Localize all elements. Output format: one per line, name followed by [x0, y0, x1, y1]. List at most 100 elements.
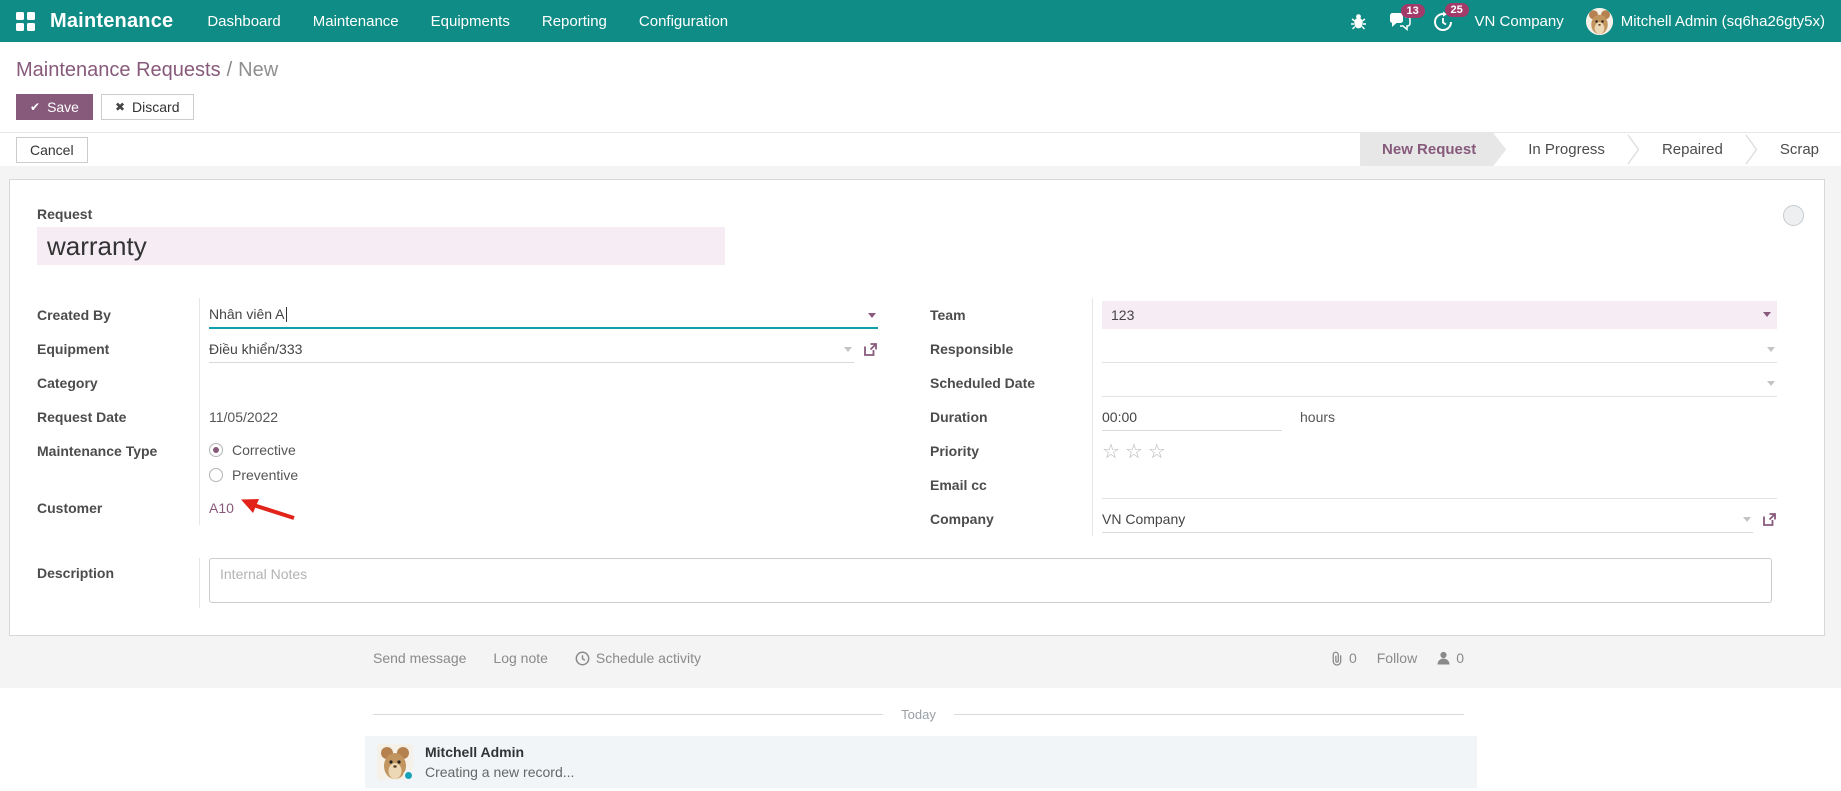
followers-count: 0 — [1456, 650, 1464, 666]
radio-corrective-label: Corrective — [232, 442, 296, 458]
discard-label: Discard — [132, 99, 179, 115]
equipment-dropdown-icon[interactable] — [844, 347, 852, 352]
company-external-link-icon[interactable] — [1762, 512, 1777, 527]
follow-button[interactable]: Follow — [1377, 650, 1417, 666]
team-dropdown-icon[interactable] — [1763, 312, 1771, 317]
save-label: Save — [47, 99, 79, 115]
company-label: Company — [930, 502, 1092, 536]
radio-preventive[interactable]: Preventive — [209, 467, 298, 483]
menu-equipments[interactable]: Equipments — [431, 9, 510, 34]
online-status-dot — [403, 770, 413, 780]
priority-stars: ☆☆☆ — [1102, 439, 1171, 464]
person-icon — [1437, 651, 1450, 665]
clock-icon — [575, 651, 590, 666]
email-cc-input[interactable] — [1102, 472, 1777, 499]
main-menu: Dashboard Maintenance Equipments Reporti… — [207, 9, 728, 34]
maintenance-type-radio-group: Corrective Preventive — [209, 434, 298, 491]
menu-dashboard[interactable]: Dashboard — [207, 9, 280, 34]
message-author-avatar — [377, 744, 413, 780]
statusbar-step-new-request[interactable]: New Request — [1360, 133, 1506, 166]
statusbar-step-in-progress[interactable]: In Progress — [1506, 133, 1627, 166]
statusbar-chevron-icon — [1745, 133, 1758, 166]
cancel-button[interactable]: Cancel — [16, 137, 88, 163]
paperclip-icon — [1330, 651, 1343, 666]
team-input[interactable]: 123 — [1102, 301, 1777, 329]
created-by-dropdown-icon[interactable] — [868, 313, 876, 318]
category-input[interactable] — [209, 370, 878, 397]
content-area: Request warranty Created By Nhân viên A … — [0, 166, 1841, 688]
apps-menu-icon[interactable] — [14, 10, 36, 32]
breadcrumb-current: New — [238, 59, 278, 81]
message-author[interactable]: Mitchell Admin — [425, 744, 574, 760]
scheduled-date-dropdown-icon[interactable] — [1767, 381, 1775, 386]
menu-maintenance[interactable]: Maintenance — [313, 9, 399, 34]
discard-button[interactable]: ✖ Discard — [101, 94, 194, 120]
created-by-value: Nhân viên A — [209, 306, 285, 322]
attachments-count: 0 — [1349, 650, 1357, 666]
equipment-input[interactable]: Điều khiển/333 — [209, 336, 854, 363]
responsible-dropdown-icon[interactable] — [1767, 347, 1775, 352]
chatter-toolbar: Send message Log note Schedule activity … — [373, 650, 1464, 666]
star-icon[interactable]: ☆ — [1148, 441, 1171, 463]
send-message-button[interactable]: Send message — [373, 650, 466, 666]
company-input[interactable]: VN Company — [1102, 506, 1753, 533]
company-dropdown-icon[interactable] — [1743, 517, 1751, 522]
radio-unselected-icon[interactable] — [209, 468, 223, 482]
cancel-label: Cancel — [30, 142, 74, 158]
activities-menu[interactable]: 25 — [1433, 11, 1453, 31]
request-field-label: Request — [37, 206, 1797, 222]
messages-menu[interactable]: 13 — [1389, 12, 1411, 31]
created-by-input[interactable]: Nhân viên A — [209, 302, 878, 329]
category-label: Category — [37, 366, 199, 400]
schedule-activity-button[interactable]: Schedule activity — [575, 650, 701, 666]
company-value: VN Company — [1102, 511, 1185, 527]
red-annotation-arrow — [240, 496, 298, 525]
bug-icon — [1350, 12, 1367, 30]
activities-badge: 25 — [1445, 3, 1469, 17]
menu-configuration[interactable]: Configuration — [639, 9, 728, 34]
user-menu[interactable]: Mitchell Admin (sq6ha26gty5x) — [1586, 8, 1825, 35]
maintenance-type-label: Maintenance Type — [37, 434, 199, 491]
text-cursor — [286, 307, 287, 322]
check-icon: ✔ — [30, 100, 40, 114]
attachments-button[interactable]: 0 — [1330, 650, 1357, 666]
menu-reporting[interactable]: Reporting — [542, 9, 607, 34]
breadcrumb-separator: / — [227, 59, 233, 81]
description-textarea[interactable] — [209, 558, 1772, 603]
customer-label: Customer — [37, 491, 199, 525]
log-note-button[interactable]: Log note — [493, 650, 548, 666]
scheduled-date-input[interactable] — [1102, 370, 1777, 397]
equipment-label: Equipment — [37, 332, 199, 366]
duration-input[interactable]: 00:00 — [1102, 404, 1282, 431]
equipment-external-link-icon[interactable] — [863, 342, 878, 357]
radio-corrective[interactable]: Corrective — [209, 442, 298, 458]
debug-bug-icon[interactable] — [1350, 12, 1367, 30]
customer-link[interactable]: A10 — [209, 500, 234, 516]
breadcrumb-parent[interactable]: Maintenance Requests — [16, 59, 221, 81]
request-name-value: warranty — [47, 231, 147, 262]
responsible-input[interactable] — [1102, 336, 1777, 363]
statusbar-step-repaired[interactable]: Repaired — [1640, 133, 1745, 166]
star-icon[interactable]: ☆ — [1102, 441, 1125, 463]
top-navbar: Maintenance Dashboard Maintenance Equipm… — [0, 0, 1841, 42]
request-date-label: Request Date — [37, 400, 199, 434]
request-date-value: 11/05/2022 — [209, 409, 278, 425]
messages-badge: 13 — [1401, 4, 1425, 18]
app-title[interactable]: Maintenance — [50, 10, 173, 33]
company-switcher[interactable]: VN Company — [1475, 13, 1564, 30]
divider-line — [954, 714, 1464, 715]
date-divider: Today — [373, 688, 1464, 722]
request-date-input[interactable]: 11/05/2022 — [209, 404, 878, 431]
statusbar-step-scrap[interactable]: Scrap — [1758, 133, 1841, 166]
avatar-image — [1586, 8, 1613, 35]
team-value: 123 — [1111, 307, 1134, 323]
save-button[interactable]: ✔ Save — [16, 94, 93, 120]
request-name-input[interactable]: warranty — [37, 227, 725, 265]
kanban-state-circle[interactable] — [1783, 205, 1804, 226]
star-icon[interactable]: ☆ — [1125, 441, 1148, 463]
breadcrumb: Maintenance Requests /New — [16, 57, 1825, 83]
chatter-message[interactable]: Mitchell Admin Creating a new record... — [365, 736, 1477, 788]
scheduled-date-label: Scheduled Date — [930, 366, 1092, 400]
followers-button[interactable]: 0 — [1437, 650, 1464, 666]
radio-selected-icon[interactable] — [209, 443, 223, 457]
